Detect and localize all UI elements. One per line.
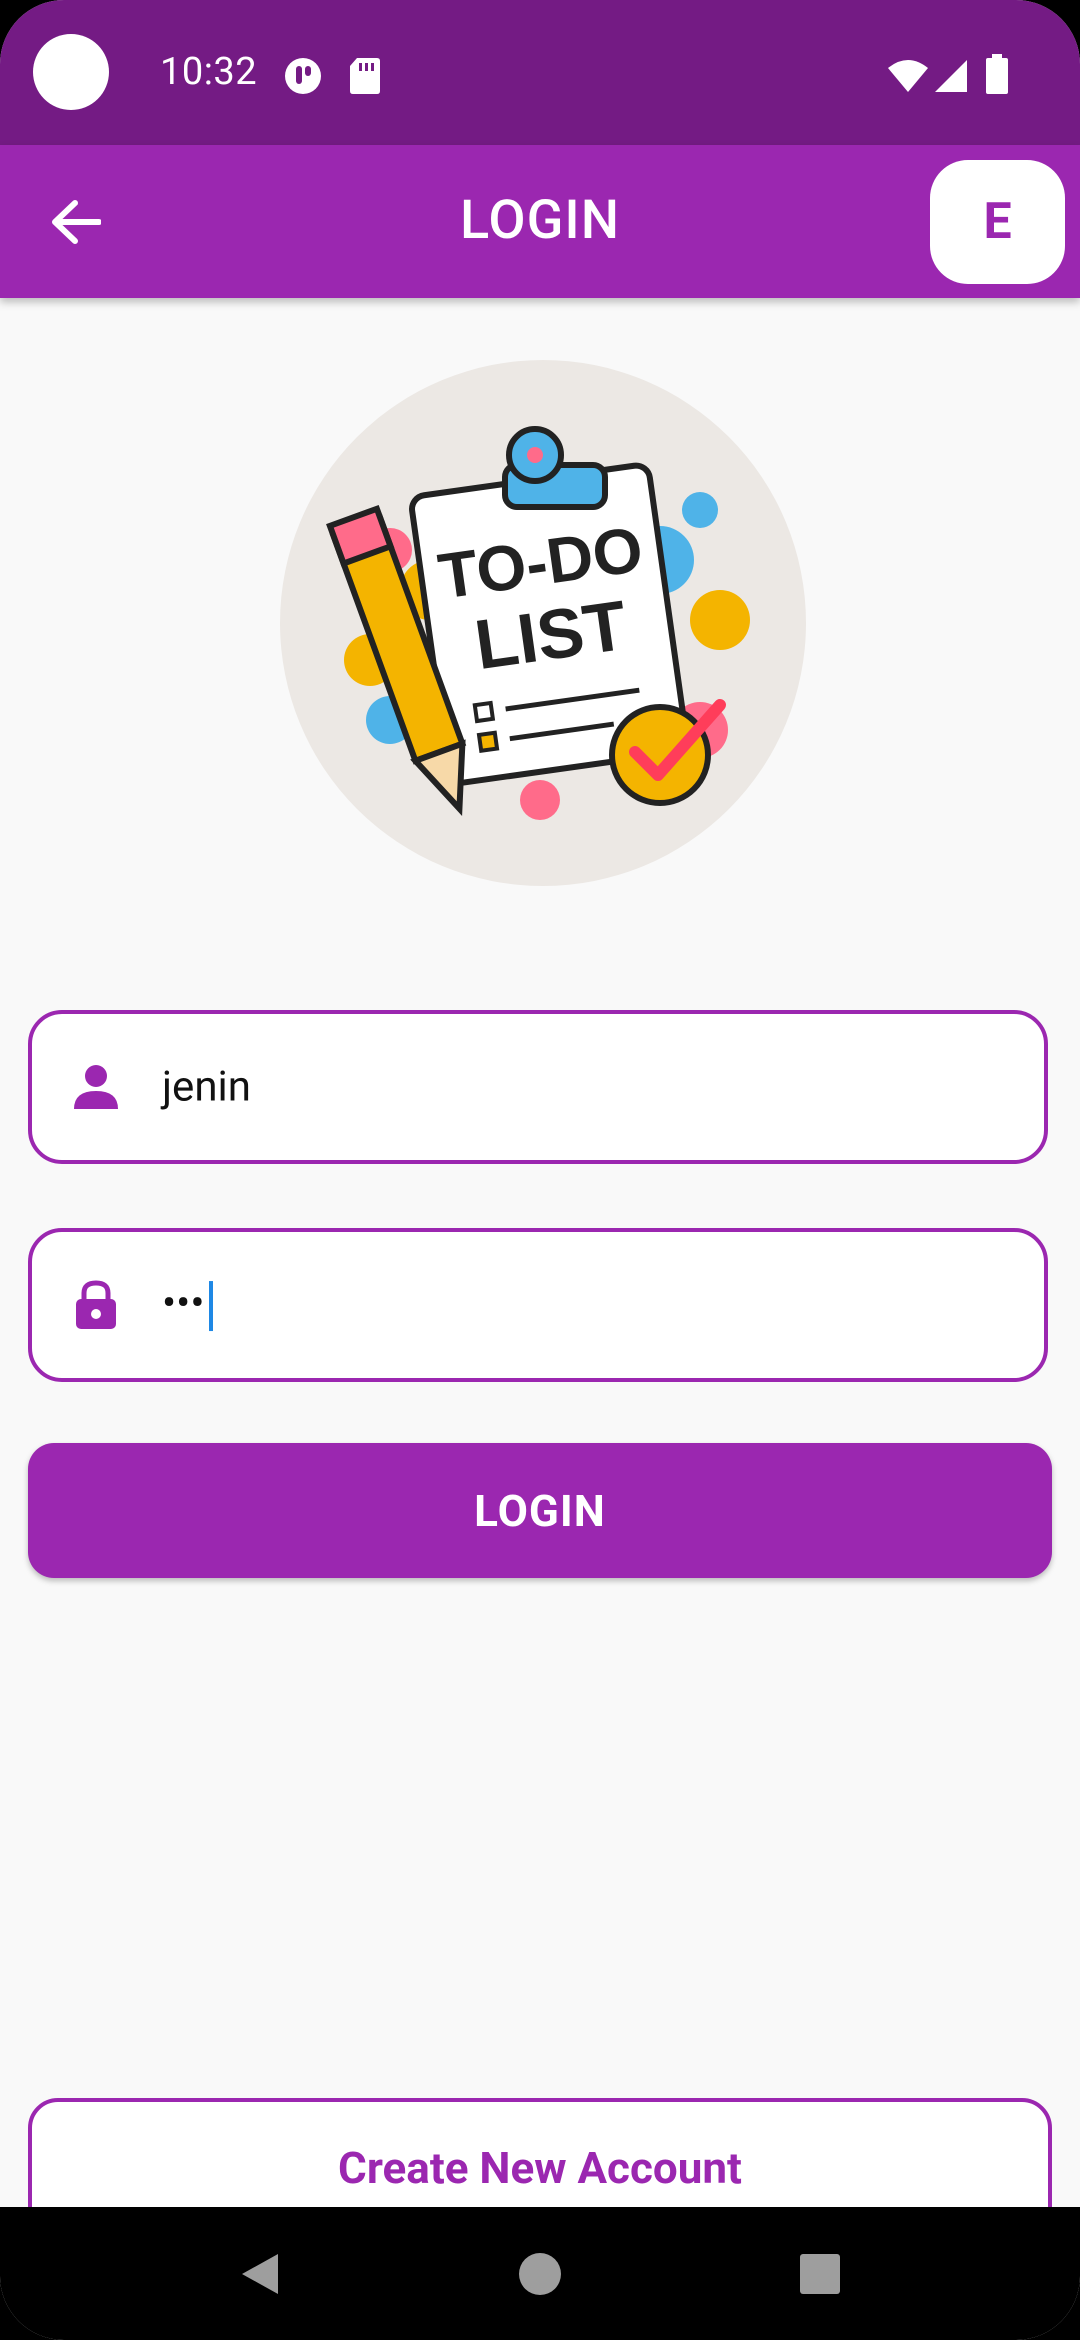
status-bar: 10:32 bbox=[0, 0, 1080, 145]
screen: 10:32 LOGIN E TO-DO LIST jenin ••• LOGIN… bbox=[0, 0, 1080, 2340]
avatar-button[interactable]: E bbox=[930, 160, 1065, 284]
signal-icon bbox=[935, 60, 967, 92]
battery-icon bbox=[986, 54, 1008, 94]
password-field[interactable]: ••• bbox=[28, 1228, 1048, 1382]
todo-list-illustration: TO-DO LIST bbox=[326, 426, 750, 820]
status-time: 10:32 bbox=[160, 50, 258, 94]
username-field[interactable]: jenin bbox=[28, 1010, 1048, 1164]
navigation-bar bbox=[0, 2207, 1080, 2340]
camera-cutout bbox=[33, 34, 109, 110]
lock-icon bbox=[76, 1280, 116, 1329]
back-triangle-icon bbox=[242, 2253, 278, 2294]
sd-card-icon bbox=[350, 58, 380, 94]
person-icon bbox=[74, 1065, 118, 1109]
home-circle-icon bbox=[519, 2252, 561, 2295]
password-value-wrap: ••• bbox=[162, 1279, 213, 1331]
page-title: LOGIN bbox=[459, 189, 621, 252]
text-caret bbox=[208, 1280, 213, 1331]
nav-recents-button[interactable] bbox=[780, 2207, 860, 2340]
app-logo: TO-DO LIST bbox=[280, 360, 806, 886]
username-value: jenin bbox=[162, 1062, 251, 1112]
login-button[interactable]: LOGIN bbox=[28, 1443, 1052, 1578]
nav-home-button[interactable] bbox=[500, 2207, 580, 2340]
wifi-icon bbox=[888, 60, 928, 92]
nav-back-button[interactable] bbox=[220, 2207, 300, 2340]
password-value: ••• bbox=[162, 1279, 205, 1329]
app-bar: LOGIN E bbox=[0, 145, 1080, 298]
notification-icon bbox=[285, 58, 321, 94]
recents-square-icon bbox=[800, 2253, 840, 2294]
